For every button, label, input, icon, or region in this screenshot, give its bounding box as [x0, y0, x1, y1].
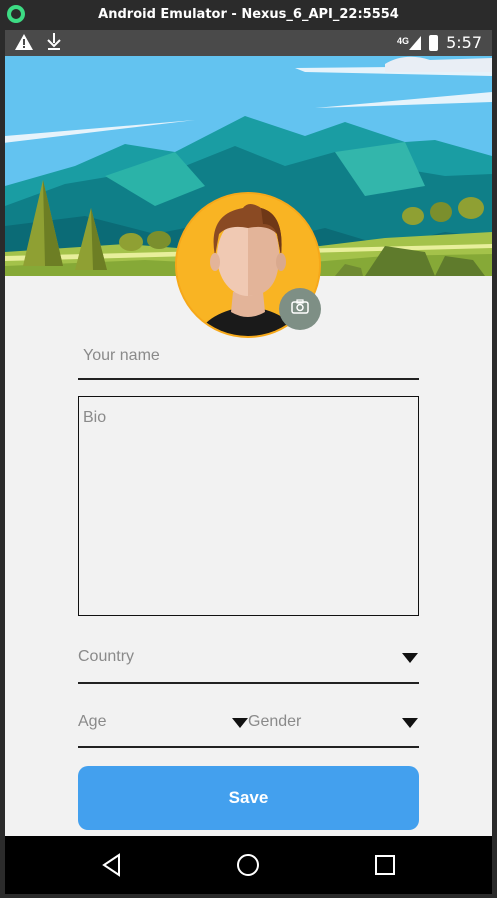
navigation-bar [5, 836, 492, 894]
clock: 5:57 [446, 33, 482, 52]
home-icon[interactable] [236, 853, 260, 877]
warning-icon [15, 34, 37, 54]
status-bar: 4G 5:57 [5, 30, 492, 56]
age-dropdown[interactable]: Age [78, 701, 248, 747]
country-dropdown[interactable]: Country [78, 636, 419, 684]
network-type-label: 4G [397, 35, 410, 46]
chevron-down-icon [402, 718, 418, 728]
camera-icon [291, 299, 309, 319]
change-photo-button[interactable] [279, 288, 321, 330]
recents-icon[interactable] [373, 853, 397, 877]
bio-field-container [78, 396, 419, 616]
back-icon[interactable] [100, 853, 124, 877]
save-button[interactable]: Save [78, 766, 419, 830]
age-gender-divider [78, 746, 419, 748]
gender-label: Gender [248, 713, 302, 730]
name-input[interactable] [78, 336, 419, 376]
window-title: Android Emulator - Nexus_6_API_22:5554 [98, 7, 399, 22]
age-label: Age [78, 713, 107, 730]
battery-icon [429, 34, 439, 51]
bio-textarea[interactable] [79, 397, 418, 615]
device-screen: 4G 5:57 Your name Bio Country Age Gender… [5, 30, 492, 894]
chevron-down-icon [232, 718, 248, 728]
name-field-container [78, 336, 419, 380]
signal-icon: 4G [397, 35, 422, 50]
country-label: Country [78, 648, 135, 665]
download-icon [47, 33, 62, 54]
gender-dropdown[interactable]: Gender [248, 701, 419, 747]
chevron-down-icon [402, 653, 418, 663]
emulator-titlebar: Android Emulator - Nexus_6_API_22:5554 [0, 0, 497, 30]
